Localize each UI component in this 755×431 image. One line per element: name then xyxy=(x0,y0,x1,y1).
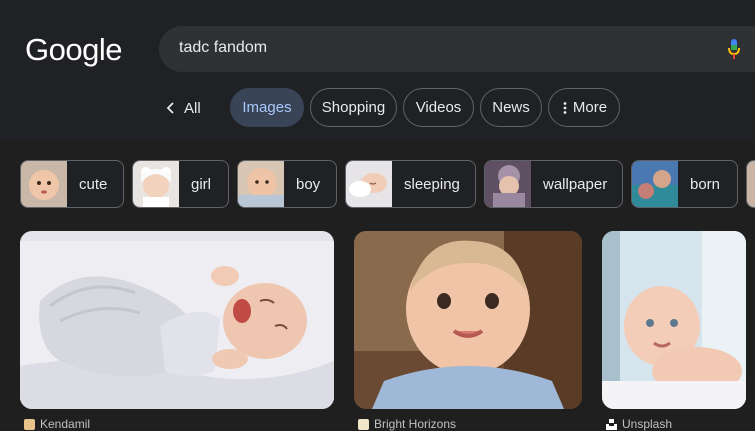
chip-sleeping[interactable]: sleeping xyxy=(345,160,476,208)
vertical-dots-icon xyxy=(563,101,567,114)
tab-all-label: All xyxy=(184,99,201,117)
result-image xyxy=(20,231,334,409)
chip-label: cute xyxy=(79,175,108,193)
source-label[interactable]: Unsplash xyxy=(606,417,672,431)
tab-shopping[interactable]: Shopping xyxy=(310,88,397,127)
chip-thumbnail xyxy=(346,161,392,207)
chip-label: wallpaper xyxy=(543,175,608,193)
chip-thumbnail xyxy=(747,161,755,207)
favicon-icon xyxy=(24,418,35,430)
chevron-left-icon xyxy=(166,102,174,114)
favicon-icon xyxy=(358,418,369,430)
result-image xyxy=(354,231,582,409)
chip-thumbnail xyxy=(21,161,67,207)
chip-thumbnail xyxy=(632,161,678,207)
image-result-1[interactable] xyxy=(20,231,334,409)
chip-wallpaper[interactable]: wallpaper xyxy=(484,160,623,208)
tab-more[interactable]: More xyxy=(548,88,620,127)
chip-boy[interactable]: boy xyxy=(237,160,337,208)
chip-label: girl xyxy=(191,175,212,193)
chip-thumbnail xyxy=(238,161,284,207)
chip-label: sleeping xyxy=(404,175,460,193)
tab-videos[interactable]: Videos xyxy=(403,88,474,127)
chip-partial[interactable] xyxy=(746,160,755,208)
result-image xyxy=(602,231,746,409)
tab-news-label: News xyxy=(492,99,530,116)
google-logo[interactable]: Google xyxy=(25,32,122,68)
unsplash-icon xyxy=(606,418,617,430)
tab-images[interactable]: Images xyxy=(230,88,304,127)
microphone-icon[interactable] xyxy=(727,38,741,60)
chip-label: born xyxy=(690,175,721,193)
source-name: Unsplash xyxy=(622,417,673,431)
search-bar[interactable] xyxy=(159,26,755,72)
chip-thumbnail xyxy=(133,161,179,207)
tab-images-label: Images xyxy=(242,99,292,116)
tab-news[interactable]: News xyxy=(480,88,542,127)
chip-cute[interactable]: cute xyxy=(20,160,124,208)
source-name: Bright Horizons xyxy=(374,417,457,431)
tab-more-label: More xyxy=(572,99,608,116)
chip-label: boy xyxy=(296,175,321,193)
chip-born[interactable]: born xyxy=(631,160,738,208)
tab-shopping-label: Shopping xyxy=(321,99,386,116)
image-result-3[interactable] xyxy=(602,231,746,409)
source-label[interactable]: Kendamil xyxy=(24,417,90,431)
chip-girl[interactable]: girl xyxy=(132,160,229,208)
chip-thumbnail xyxy=(485,161,531,207)
search-input[interactable] xyxy=(179,39,679,57)
source-name: Kendamil xyxy=(40,417,91,431)
source-label[interactable]: Bright Horizons xyxy=(358,417,456,431)
image-result-2[interactable] xyxy=(354,231,582,409)
back-to-all[interactable]: All xyxy=(166,88,201,128)
tab-videos-label: Videos xyxy=(415,99,462,116)
